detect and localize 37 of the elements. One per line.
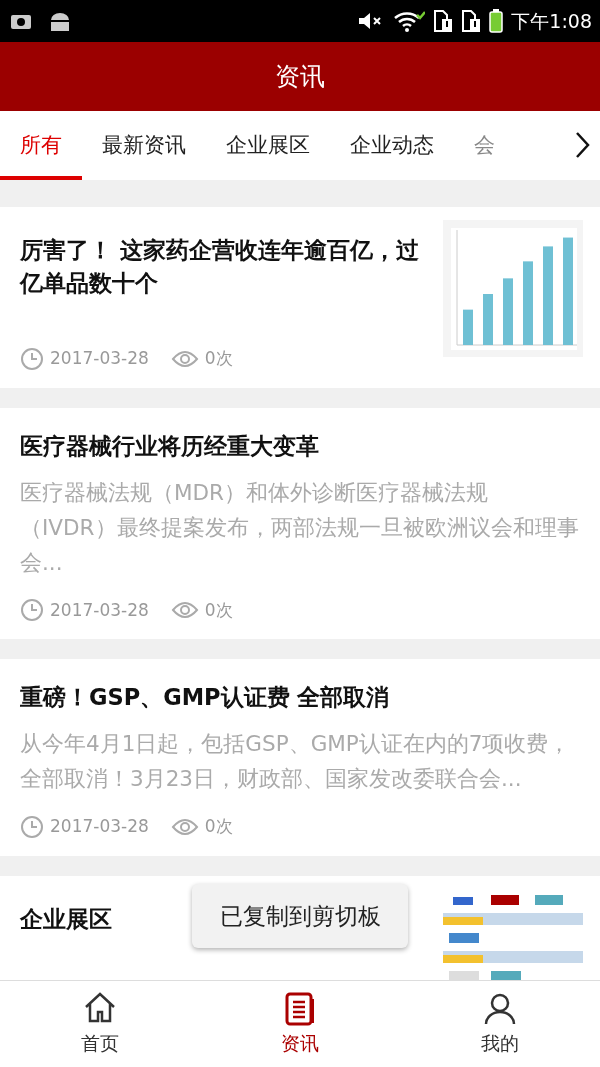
article-summary: 从今年4月1日起，包括GSP、GMP认证在内的7项收费，全部取消！3月23日，财政部、国家发改委联合会... — [20, 730, 572, 793]
article-card[interactable]: 重磅！GSP、GMP认证费 全部取消 从今年4月1日起，包括GSP、GMP认证在内的7项收费，全部取消！3月23日，财政部、国家发改委联合会... 2017-03-28 0次 — [0, 659, 600, 856]
copied-toast: 已复制到剪切板 — [192, 884, 408, 948]
eye-icon — [170, 816, 199, 837]
battery-icon — [489, 9, 504, 33]
chevron-right-icon[interactable] — [574, 131, 590, 159]
category-tab[interactable]: 会 — [454, 111, 495, 180]
status-time: 下午1:08 — [511, 8, 592, 34]
article-card[interactable]: 厉害了！ 这家药企营收连年逾百亿，过亿单品数十个 2017-03-28 0次 — [0, 207, 600, 388]
article-card[interactable]: 医疗器械行业将历经重大变革 医疗器械法规（MDR）和体外诊断医疗器械法规（IVDR）最终提案发布，两部法规一旦被欧洲议会和理事会... 2017-03-28 0次 — [0, 407, 600, 639]
category-tab[interactable]: 企业动态 — [330, 111, 454, 180]
article-date: 2017-03-28 — [50, 347, 149, 370]
wifi-icon — [393, 9, 426, 33]
nav-tab[interactable]: 我的 — [400, 981, 600, 1067]
sim-alert-icon — [433, 9, 454, 33]
view-count: 0次 — [204, 347, 233, 370]
view-count: 0次 — [204, 598, 233, 622]
sim-alert-icon — [461, 9, 482, 33]
view-count: 0次 — [204, 815, 233, 838]
article-title[interactable]: 厉害了！ 这家药企营收连年逾百亿，过亿单品数十个 — [20, 234, 433, 300]
page-title: 资讯 — [0, 42, 600, 111]
article-summary: 医疗器械法规（MDR）和体外诊断医疗器械法规（IVDR）最终提案发布，两部法规一旦被欧洲议会和理事会... — [20, 478, 580, 577]
clock-icon — [20, 346, 44, 371]
article-title[interactable]: 重磅！GSP、GMP认证费 全部取消 — [20, 681, 390, 714]
eye-icon — [170, 600, 199, 621]
category-tab[interactable]: 企业展区 — [206, 111, 330, 180]
category-tab[interactable]: 最新资讯 — [82, 111, 206, 180]
article-date: 2017-03-28 — [50, 598, 149, 622]
clock-icon — [20, 598, 44, 623]
clock-icon — [20, 814, 44, 839]
nav-tab[interactable]: 首页 — [0, 981, 200, 1067]
article-date: 2017-03-28 — [50, 815, 149, 838]
eye-icon — [170, 348, 199, 369]
article-title[interactable]: 企业展区 — [20, 902, 112, 936]
nav-tab[interactable]: 资讯 — [200, 981, 400, 1067]
article-title[interactable]: 医疗器械行业将历经重大变革 — [20, 429, 319, 463]
category-tab[interactable]: 所有 — [0, 111, 82, 180]
